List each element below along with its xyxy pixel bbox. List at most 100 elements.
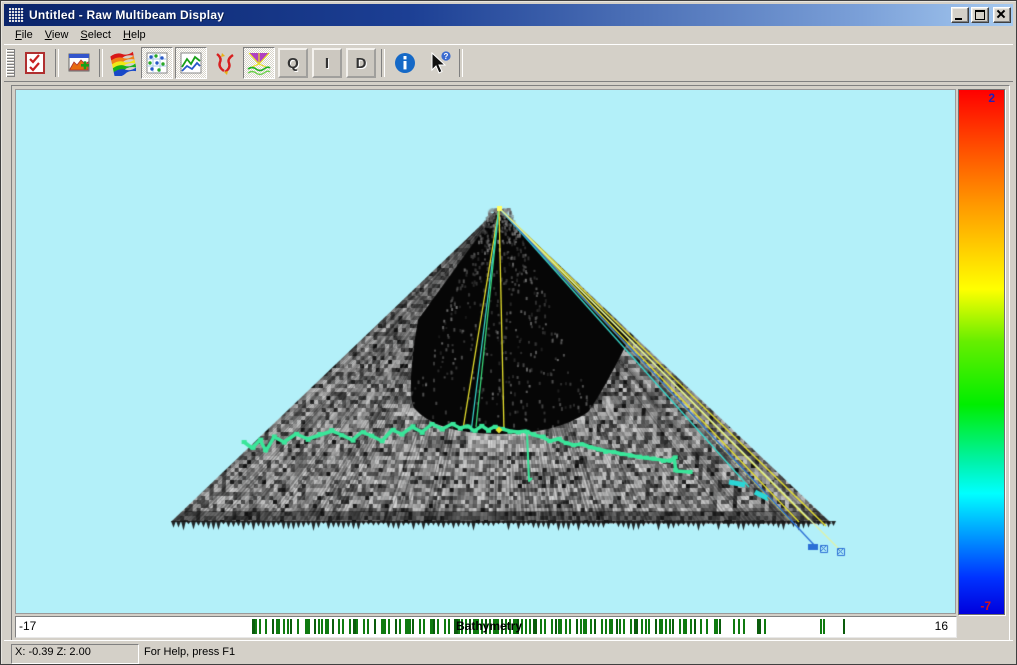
ruler-tick bbox=[419, 619, 421, 634]
maximize-icon bbox=[975, 10, 985, 20]
about-button[interactable] bbox=[389, 47, 421, 79]
app-window: Untitled - Raw Multibeam Display File Vi… bbox=[0, 0, 1017, 665]
ruler-tick bbox=[399, 619, 401, 634]
ruler-tick bbox=[645, 619, 647, 634]
info-icon bbox=[393, 51, 417, 75]
ruler-tick bbox=[648, 619, 650, 634]
sonar-display-canvas[interactable] bbox=[16, 90, 955, 613]
ruler-tick bbox=[338, 619, 340, 634]
i-button[interactable]: I bbox=[311, 47, 343, 79]
ruler-tick bbox=[843, 619, 845, 634]
toolbar-separator bbox=[459, 49, 463, 77]
d-letter: D bbox=[346, 48, 376, 78]
ruler-tick bbox=[540, 619, 542, 634]
app-grid-icon bbox=[8, 7, 25, 23]
ruler-tick bbox=[255, 619, 257, 634]
ruler-tick bbox=[325, 619, 329, 634]
d-button[interactable]: D bbox=[345, 47, 377, 79]
q-button[interactable]: Q bbox=[277, 47, 309, 79]
context-help-button[interactable]: ? bbox=[423, 47, 455, 79]
sonar-viewport[interactable] bbox=[15, 89, 956, 614]
ruler-tick bbox=[448, 619, 450, 634]
ruler-tick bbox=[820, 619, 822, 634]
ruler-tick bbox=[318, 619, 320, 634]
cursor-coordinates: X: -0.39 Z: 2.00 bbox=[11, 644, 139, 664]
ruler-tick bbox=[555, 619, 557, 634]
menu-select[interactable]: Select bbox=[74, 27, 117, 43]
ruler-tick bbox=[634, 619, 638, 634]
ruler-tick bbox=[544, 619, 546, 634]
i-letter: I bbox=[312, 48, 342, 78]
ruler-tick bbox=[738, 619, 740, 634]
ruler-tick bbox=[623, 619, 625, 634]
ruler-tick bbox=[569, 619, 571, 634]
ruler-tick bbox=[594, 619, 596, 634]
ruler-tick bbox=[616, 619, 618, 634]
colorbar-min-label: -7 bbox=[980, 599, 991, 613]
scatter-plot-button[interactable] bbox=[141, 47, 173, 79]
ruler-title: Bathymetry bbox=[456, 619, 522, 633]
profile-window-button[interactable] bbox=[63, 47, 95, 79]
ruler-tick bbox=[669, 619, 671, 634]
ruler-tick bbox=[714, 619, 718, 634]
title-bar[interactable]: Untitled - Raw Multibeam Display bbox=[4, 4, 1013, 26]
toolbar-grip[interactable] bbox=[6, 49, 15, 77]
ruler-tick bbox=[605, 619, 607, 634]
beam-pattern-button[interactable] bbox=[209, 47, 241, 79]
q-letter: Q bbox=[278, 48, 308, 78]
ruler-tick bbox=[706, 619, 708, 634]
fan-display-icon bbox=[246, 50, 272, 76]
ruler-tick bbox=[683, 619, 687, 634]
line-plot-button[interactable] bbox=[175, 47, 207, 79]
fan-display-button[interactable] bbox=[243, 47, 275, 79]
ruler-tick bbox=[565, 619, 567, 634]
ruler-tick bbox=[356, 619, 358, 634]
ruler-min-label: -17 bbox=[19, 619, 36, 633]
ruler-tick bbox=[665, 619, 667, 634]
ruler-tick bbox=[409, 619, 411, 634]
status-help-text: For Help, press F1 bbox=[144, 646, 235, 658]
ruler-tick bbox=[297, 619, 299, 634]
menu-help[interactable]: Help bbox=[117, 27, 152, 43]
toolbar: Q I D ? bbox=[4, 44, 1013, 82]
ruler-tick bbox=[551, 619, 553, 634]
checklist-button[interactable] bbox=[19, 47, 51, 79]
line-plot-icon bbox=[179, 51, 203, 75]
ruler-tick bbox=[342, 619, 344, 634]
ruler-tick bbox=[363, 619, 365, 634]
maximize-button[interactable] bbox=[971, 7, 989, 23]
ruler-tick bbox=[412, 619, 414, 634]
client-area: 2 -7 -17 Bathymetry 16 bbox=[11, 85, 1010, 642]
ruler-tick bbox=[580, 619, 582, 634]
ruler-tick bbox=[583, 619, 587, 634]
ruler-tick bbox=[367, 619, 369, 634]
svg-text:?: ? bbox=[444, 52, 449, 61]
ruler-tick bbox=[733, 619, 735, 634]
ruler-tick bbox=[259, 619, 261, 634]
menu-view[interactable]: View bbox=[39, 27, 75, 43]
toolbar-separator bbox=[381, 49, 385, 77]
ruler-tick bbox=[388, 619, 390, 634]
ruler-tick bbox=[659, 619, 663, 634]
ruler-tick bbox=[630, 619, 632, 634]
menu-bar: File View Select Help bbox=[4, 26, 1013, 45]
ruler-tick bbox=[395, 619, 397, 634]
scatter-plot-icon bbox=[145, 51, 169, 75]
menu-file[interactable]: File bbox=[9, 27, 39, 43]
minimize-button[interactable] bbox=[951, 7, 969, 23]
depth-colorbar: 2 -7 bbox=[958, 89, 1005, 615]
close-button[interactable] bbox=[993, 7, 1011, 23]
color-swath-button[interactable] bbox=[107, 47, 139, 79]
ruler-tick bbox=[308, 619, 310, 634]
ruler-max-label: 16 bbox=[935, 619, 948, 633]
ruler-tick bbox=[694, 619, 696, 634]
ruler-tick bbox=[823, 619, 825, 634]
ruler-tick bbox=[529, 619, 531, 634]
ruler-tick bbox=[619, 619, 621, 634]
minimize-icon bbox=[955, 18, 962, 20]
status-bar: X: -0.39 Z: 2.00 For Help, press F1 bbox=[4, 640, 1013, 662]
ruler-tick bbox=[272, 619, 274, 634]
toolbar-separator bbox=[55, 49, 59, 77]
ruler-tick bbox=[265, 619, 267, 634]
ruler-tick bbox=[743, 619, 745, 634]
